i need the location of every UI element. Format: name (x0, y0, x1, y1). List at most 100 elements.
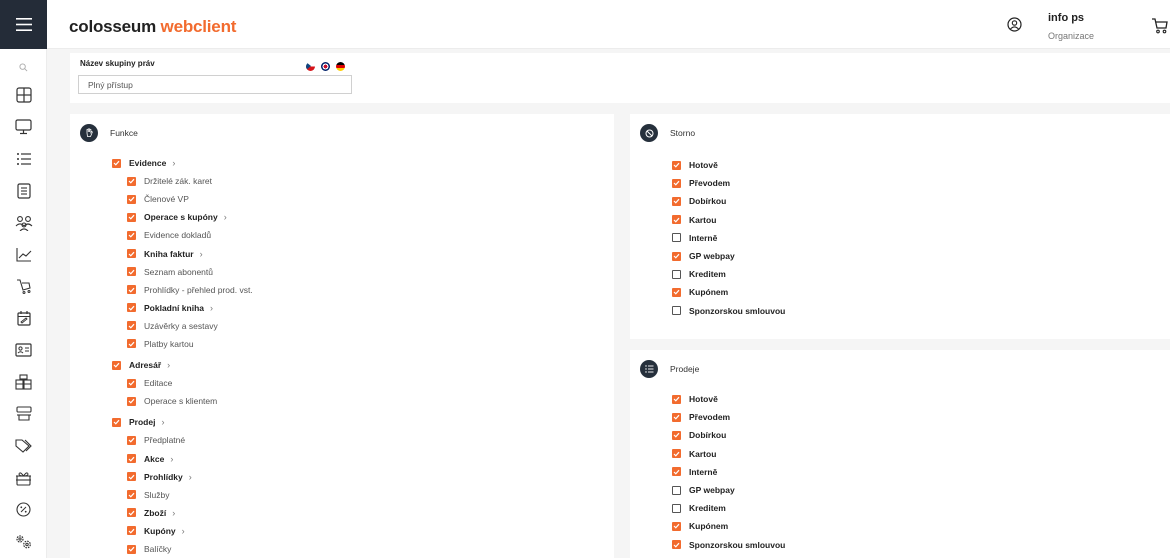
sidebar-item-documents[interactable] (0, 176, 47, 206)
storno-checkbox[interactable] (672, 196, 681, 206)
flag-de-icon[interactable] (336, 62, 345, 71)
menu-button[interactable] (0, 0, 47, 49)
prodeje-checkbox[interactable] (672, 467, 681, 477)
permission-checkbox[interactable] (112, 417, 121, 427)
storno-checkbox[interactable] (672, 233, 681, 243)
storno-label: Převodem (689, 178, 731, 189)
permission-label: Členové VP (144, 194, 189, 205)
cart-button[interactable] (1151, 17, 1168, 39)
gift-icon (16, 472, 31, 486)
user-name[interactable]: info ps (1048, 12, 1084, 24)
permission-label: Seznam abonentů (144, 266, 213, 277)
permission-checkbox[interactable] (127, 267, 136, 277)
sidebar-item-calendar[interactable] (0, 303, 47, 333)
permission-label: Akce (144, 453, 165, 464)
flag-uk-icon[interactable] (321, 62, 330, 71)
chevron-right-icon[interactable]: › (200, 249, 203, 259)
prodeje-checkbox[interactable] (672, 394, 681, 404)
storno-checkbox[interactable] (672, 269, 681, 279)
prodeje-label: Hotově (689, 394, 718, 405)
group-name-label: Název skupiny práv (80, 59, 155, 68)
permission-checkbox[interactable] (127, 396, 136, 406)
sidebar-item-users[interactable] (0, 208, 47, 238)
sidebar-item-discounts[interactable] (0, 495, 47, 525)
flag-cz-icon[interactable] (306, 62, 315, 71)
permission-checkbox[interactable] (127, 303, 136, 313)
chevron-right-icon[interactable]: › (172, 158, 175, 168)
permission-checkbox[interactable] (127, 194, 136, 204)
prodeje-row: Převodem (672, 408, 785, 426)
permission-checkbox[interactable] (112, 158, 121, 168)
permission-checkbox[interactable] (127, 454, 136, 464)
permission-checkbox[interactable] (127, 339, 136, 349)
app-logo[interactable]: colosseum webclient (69, 17, 236, 37)
sidebar-item-packages[interactable] (0, 463, 47, 493)
storno-list: Hotově Převodem Dobírkou Kartou Interně GP we… (672, 156, 785, 320)
permission-label: Služby (144, 489, 170, 500)
chevron-right-icon[interactable]: › (172, 508, 175, 518)
prodeje-checkbox[interactable] (672, 521, 681, 531)
prodeje-checkbox[interactable] (672, 485, 681, 495)
chevron-right-icon[interactable]: › (167, 360, 170, 370)
storno-row: GP webpay (672, 247, 785, 265)
prodeje-label: Kupónem (689, 521, 729, 532)
users-icon (15, 215, 32, 231)
permission-label: Balíčky (144, 544, 172, 555)
logo-text-primary: colosseum (69, 17, 157, 36)
prodeje-checkbox[interactable] (672, 503, 681, 513)
permission-checkbox[interactable] (127, 472, 136, 482)
prodeje-checkbox[interactable] (672, 430, 681, 440)
permission-label: Editace (144, 378, 173, 389)
storno-checkbox[interactable] (672, 306, 681, 316)
permission-checkbox[interactable] (112, 360, 121, 370)
storno-checkbox[interactable] (672, 160, 681, 170)
permission-checkbox[interactable] (127, 249, 136, 259)
sidebar-item-statistics[interactable] (0, 239, 47, 269)
permission-checkbox[interactable] (127, 490, 136, 500)
cart-icon (1152, 18, 1168, 34)
sidebar-item-cash-desk[interactable] (0, 367, 47, 397)
permission-checkbox[interactable] (127, 435, 136, 445)
chevron-right-icon[interactable]: › (170, 454, 173, 464)
chevron-right-icon[interactable]: › (189, 472, 192, 482)
chevron-right-icon[interactable]: › (224, 212, 227, 222)
permission-checkbox[interactable] (127, 230, 136, 240)
permission-checkbox[interactable] (127, 544, 136, 554)
permission-checkbox[interactable] (127, 212, 136, 222)
storno-checkbox[interactable] (672, 287, 681, 297)
storno-checkbox[interactable] (672, 178, 681, 188)
id-card-icon (15, 343, 32, 357)
prodeje-checkbox[interactable] (672, 540, 681, 550)
monitor-icon (15, 119, 32, 134)
permission-label: Operace s kupóny (144, 212, 218, 223)
sidebar-item-dashboard[interactable] (0, 80, 47, 110)
chevron-right-icon[interactable]: › (182, 526, 185, 536)
prodeje-checkbox[interactable] (672, 412, 681, 422)
group-name-input[interactable] (78, 75, 352, 94)
settings-icon (16, 535, 31, 549)
sidebar-item-monitor[interactable] (0, 112, 47, 142)
storno-checkbox[interactable] (672, 215, 681, 225)
chevron-right-icon[interactable]: › (210, 303, 213, 313)
sidebar-item-sales[interactable] (0, 271, 47, 301)
group-name-card: Název skupiny práv (70, 53, 1170, 103)
user-profile-button[interactable] (1007, 17, 1022, 37)
prodeje-checkbox[interactable] (672, 449, 681, 459)
storno-title: Storno (670, 128, 696, 138)
sidebar-item-settings[interactable] (0, 526, 47, 556)
chevron-right-icon[interactable]: › (161, 417, 164, 427)
permission-checkbox[interactable] (127, 285, 136, 295)
storno-checkbox[interactable] (672, 251, 681, 261)
sidebar-item-stock[interactable] (0, 399, 47, 429)
permission-checkbox[interactable] (127, 378, 136, 388)
permission-checkbox[interactable] (127, 526, 136, 536)
permission-checkbox[interactable] (127, 176, 136, 186)
permission-row: Prohlídky › (112, 468, 253, 486)
sidebar-item-list[interactable] (0, 144, 47, 174)
permission-checkbox[interactable] (127, 508, 136, 518)
permission-checkbox[interactable] (127, 321, 136, 331)
prodeje-row: Hotově (672, 390, 785, 408)
sidebar-item-cards[interactable] (0, 335, 47, 365)
sidebar-search[interactable] (0, 58, 47, 76)
sidebar-item-tags[interactable] (0, 431, 47, 461)
